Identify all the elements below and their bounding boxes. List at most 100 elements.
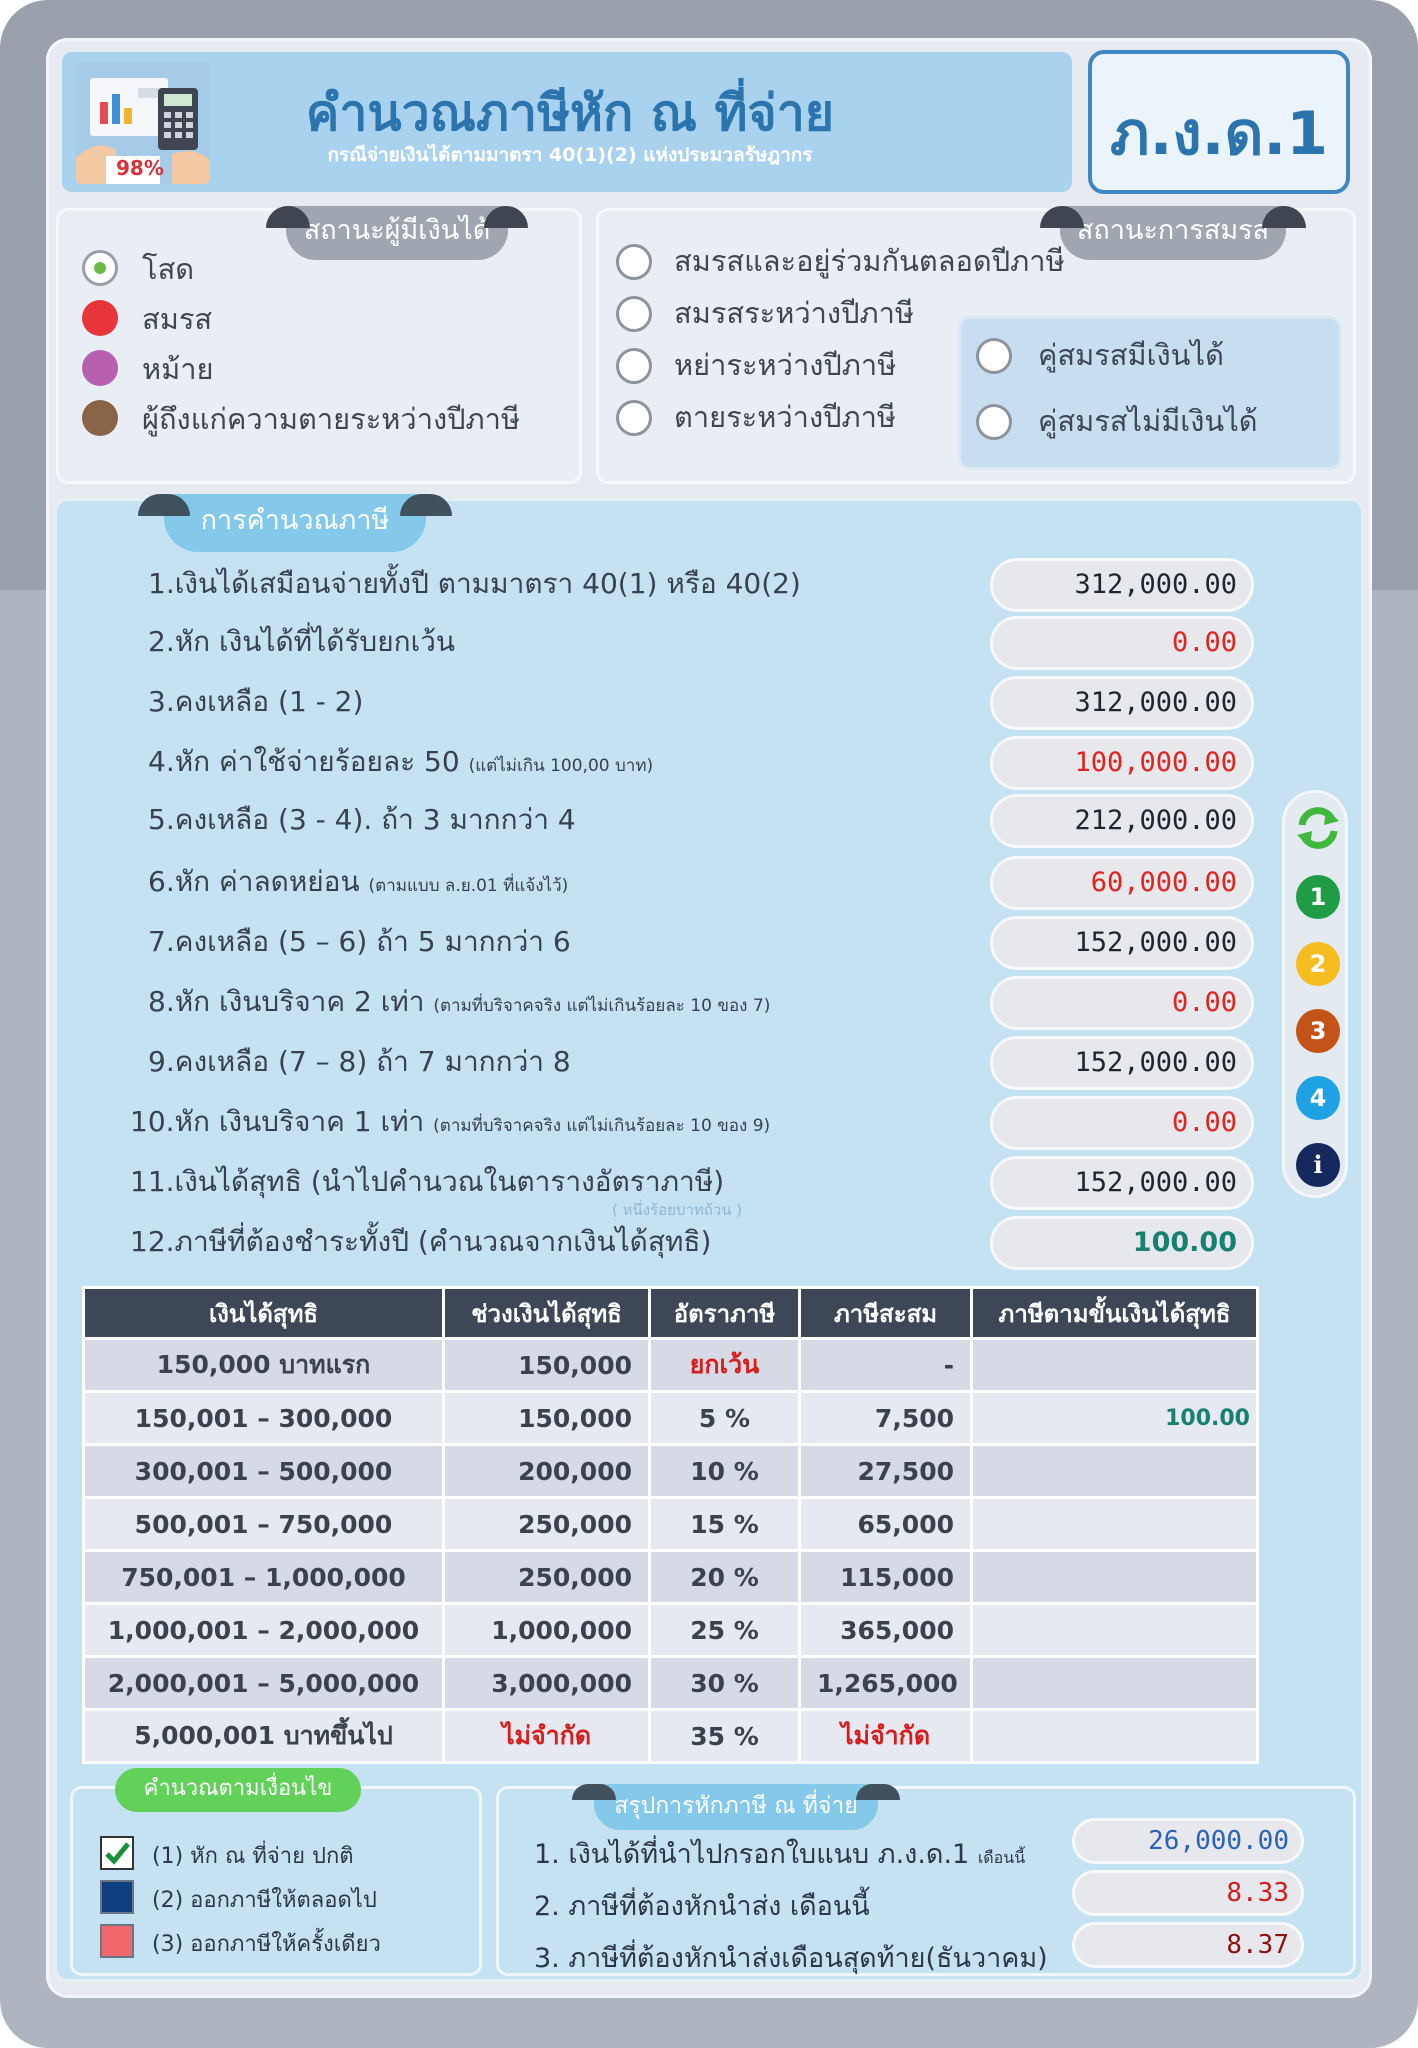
calc-value-field[interactable]: 212,000.00 <box>990 794 1254 848</box>
summary-text: 2. ภาษีที่ต้องหักนำส่ง เดือนนี้ <box>534 1891 870 1922</box>
calc-line-text: 1.เงินได้เสมือนจ่ายทั้งปี ตามมาตรา 40(1)… <box>148 567 801 600</box>
marital-status-radio[interactable] <box>616 400 652 436</box>
summary-label: 3. ภาษีที่ต้องหักนำส่งเดือนสุดท้าย(ธันวา… <box>534 1936 1048 1979</box>
calc-value-field[interactable]: 100,000.00 <box>990 736 1254 790</box>
table-cell <box>970 1337 1259 1393</box>
step-button[interactable]: 1 <box>1296 875 1340 919</box>
payee-status-radio[interactable] <box>82 300 118 336</box>
summary-value-field[interactable]: 8.37 <box>1072 1922 1304 1968</box>
table-cell: 1,265,000 <box>798 1655 973 1711</box>
tax-rate-table: เงินได้สุทธิ ช่วงเงินได้สุทธิ อัตราภาษี ภาษ… <box>82 1286 1259 1764</box>
calc-line-label: 3.คงเหลือ (1 - 2) <box>148 680 363 724</box>
payee-status-tab: สถานะผู้มีเงินได้ <box>266 206 528 260</box>
condition-checkbox[interactable] <box>100 1880 134 1914</box>
conditions-tab: คำนวณตามเงื่อนไข <box>115 1768 361 1812</box>
calc-line-text: 7.คงเหลือ (5 – 6) ถ้า 5 มากกว่า 6 <box>148 925 571 958</box>
summary-hint: เดือนนี้ <box>977 1848 1026 1867</box>
calc-value-field[interactable]: 312,000.00 <box>990 558 1254 612</box>
marital-status-radio[interactable] <box>616 296 652 332</box>
step-button[interactable]: 3 <box>1296 1009 1340 1053</box>
table-row: 750,001 – 1,000,000 250,000 20 % 115,000 <box>82 1549 1259 1605</box>
table-cell: 500,001 – 750,000 <box>82 1496 445 1552</box>
calc-line-text: 8.หัก เงินบริจาค 2 เท่า <box>148 985 425 1018</box>
step-button-rail: 1 2 3 4 i <box>1282 790 1348 1198</box>
calc-value-field[interactable]: 152,000.00 <box>990 1036 1254 1090</box>
table-header-cell: ภาษีสะสม <box>798 1286 973 1340</box>
table-cell: 35 % <box>648 1708 801 1764</box>
table-row: 300,001 – 500,000 200,000 10 % 27,500 <box>82 1443 1259 1499</box>
marital-status-radio[interactable] <box>616 348 652 384</box>
table-cell: ไม่จำกัด <box>442 1708 651 1764</box>
payee-status-label: ผู้ถึงแก่ความตายระหว่างปีภาษี <box>142 402 521 436</box>
calc-line-label: 5.คงเหลือ (3 - 4). ถ้า 3 มากกว่า 4 <box>148 798 576 842</box>
calc-line-label: 7.คงเหลือ (5 – 6) ถ้า 5 มากกว่า 6 <box>148 920 571 964</box>
table-cell <box>970 1655 1259 1711</box>
calc-line-hint: (ตามที่บริจาคจริง แต่ไม่เกินร้อยละ 10 ขอ… <box>433 996 771 1016</box>
calc-line-label: 6.หัก ค่าลดหย่อน (ตามแบบ ล.ย.01 ที่แจ้งไ… <box>148 860 568 904</box>
calc-line-hint: (ตามแบบ ล.ย.01 ที่แจ้งไว้) <box>368 876 569 896</box>
table-cell: 30 % <box>648 1655 801 1711</box>
table-cell: - <box>798 1337 973 1393</box>
table-cell: 5 % <box>648 1390 801 1446</box>
table-cell: 150,000 <box>442 1390 651 1446</box>
calc-value-field[interactable]: 0.00 <box>990 1096 1254 1150</box>
table-cell: 7,500 <box>798 1390 973 1446</box>
calc-line-text: 11.เงินได้สุทธิ (นำไปคำนวณในตารางอัตราภา… <box>130 1165 725 1198</box>
calc-value-field[interactable]: 60,000.00 <box>990 856 1254 910</box>
condition-checkbox[interactable] <box>100 1836 134 1870</box>
spouse-income-radio[interactable] <box>976 404 1012 440</box>
step-button[interactable]: 2 <box>1296 942 1340 986</box>
table-row: 150,000 บาทแรก 150,000 ยกเว้น - <box>82 1337 1259 1393</box>
table-cell: 365,000 <box>798 1602 973 1658</box>
table-header-cell: ภาษีตามขั้นเงินได้สุทธิ <box>970 1286 1259 1340</box>
calc-line-label: 10.หัก เงินบริจาค 1 เท่า (ตามที่บริจาคจร… <box>130 1100 770 1144</box>
table-cell <box>970 1602 1259 1658</box>
page-subtitle: กรณีจ่ายเงินได้ตามมาตรา 40(1)(2) แห่งประ… <box>327 144 813 166</box>
calc-value-field[interactable]: 0.00 <box>990 976 1254 1030</box>
table-cell: 200,000 <box>442 1443 651 1499</box>
refresh-icon[interactable] <box>1293 803 1343 853</box>
info-icon[interactable]: i <box>1296 1143 1340 1187</box>
table-header-cell: ช่วงเงินได้สุทธิ <box>442 1286 651 1340</box>
calc-line-hint: (ตามที่บริจาคจริง แต่ไม่เกินร้อยละ 10 ขอ… <box>433 1116 771 1136</box>
calculator-logo: 98% <box>76 62 210 184</box>
spouse-income-label: คู่สมรสไม่มีเงินได้ <box>1038 404 1258 438</box>
marital-status-radio[interactable] <box>616 244 652 280</box>
calc-line-text: 6.หัก ค่าลดหย่อน <box>148 865 360 898</box>
table-cell: 25 % <box>648 1602 801 1658</box>
calc-value-field[interactable]: 0.00 <box>990 616 1254 670</box>
table-cell: 15 % <box>648 1496 801 1552</box>
spouse-income-radio[interactable] <box>976 338 1012 374</box>
summary-value-field[interactable]: 26,000.00 <box>1072 1818 1304 1864</box>
table-header-cell: เงินได้สุทธิ <box>82 1286 445 1340</box>
payee-status-radio[interactable] <box>82 400 118 436</box>
step-button[interactable]: 4 <box>1296 1076 1340 1120</box>
summary-label: 2. ภาษีที่ต้องหักนำส่ง เดือนนี้ <box>534 1884 870 1927</box>
calc-line-text: 4.หัก ค่าใช้จ่ายร้อยละ 50 <box>148 745 460 778</box>
table-cell <box>970 1496 1259 1552</box>
calc-value-field[interactable]: 312,000.00 <box>990 676 1254 730</box>
summary-text: 3. ภาษีที่ต้องหักนำส่งเดือนสุดท้าย(ธันวา… <box>534 1943 1048 1974</box>
condition-label: (1) หัก ณ ที่จ่าย ปกติ <box>152 1844 354 1869</box>
payee-status-label: สมรส <box>142 302 213 336</box>
calc-value-field[interactable]: 152,000.00 <box>990 1156 1254 1210</box>
table-cell: 750,001 – 1,000,000 <box>82 1549 445 1605</box>
summary-tab: สรุปการหักภาษี ณ ที่จ่าย <box>572 1784 900 1830</box>
calc-value-field[interactable]: 152,000.00 <box>990 916 1254 970</box>
table-cell: 20 % <box>648 1549 801 1605</box>
calc-value-field[interactable]: 100.00 <box>990 1216 1254 1270</box>
condition-label: (2) ออกภาษีให้ตลอดไป <box>152 1888 377 1913</box>
calc-line-label: 1.เงินได้เสมือนจ่ายทั้งปี ตามมาตรา 40(1)… <box>148 562 801 606</box>
payee-status-radio[interactable] <box>82 250 118 286</box>
table-cell: 3,000,000 <box>442 1655 651 1711</box>
summary-value-field[interactable]: 8.33 <box>1072 1870 1304 1916</box>
marital-status-label: สมรสและอยู่ร่วมกันตลอดปีภาษี <box>674 244 1065 278</box>
table-cell: ยกเว้น <box>648 1337 801 1393</box>
calc-line-text: 9.คงเหลือ (7 – 8) ถ้า 7 มากกว่า 8 <box>148 1045 571 1078</box>
payee-status-radio[interactable] <box>82 350 118 386</box>
condition-checkbox[interactable] <box>100 1924 134 1958</box>
table-cell: 10 % <box>648 1443 801 1499</box>
payee-status-label: โสด <box>142 252 195 286</box>
table-header-cell: อัตราภาษี <box>648 1286 801 1340</box>
calc-line-text: 10.หัก เงินบริจาค 1 เท่า <box>130 1105 425 1138</box>
